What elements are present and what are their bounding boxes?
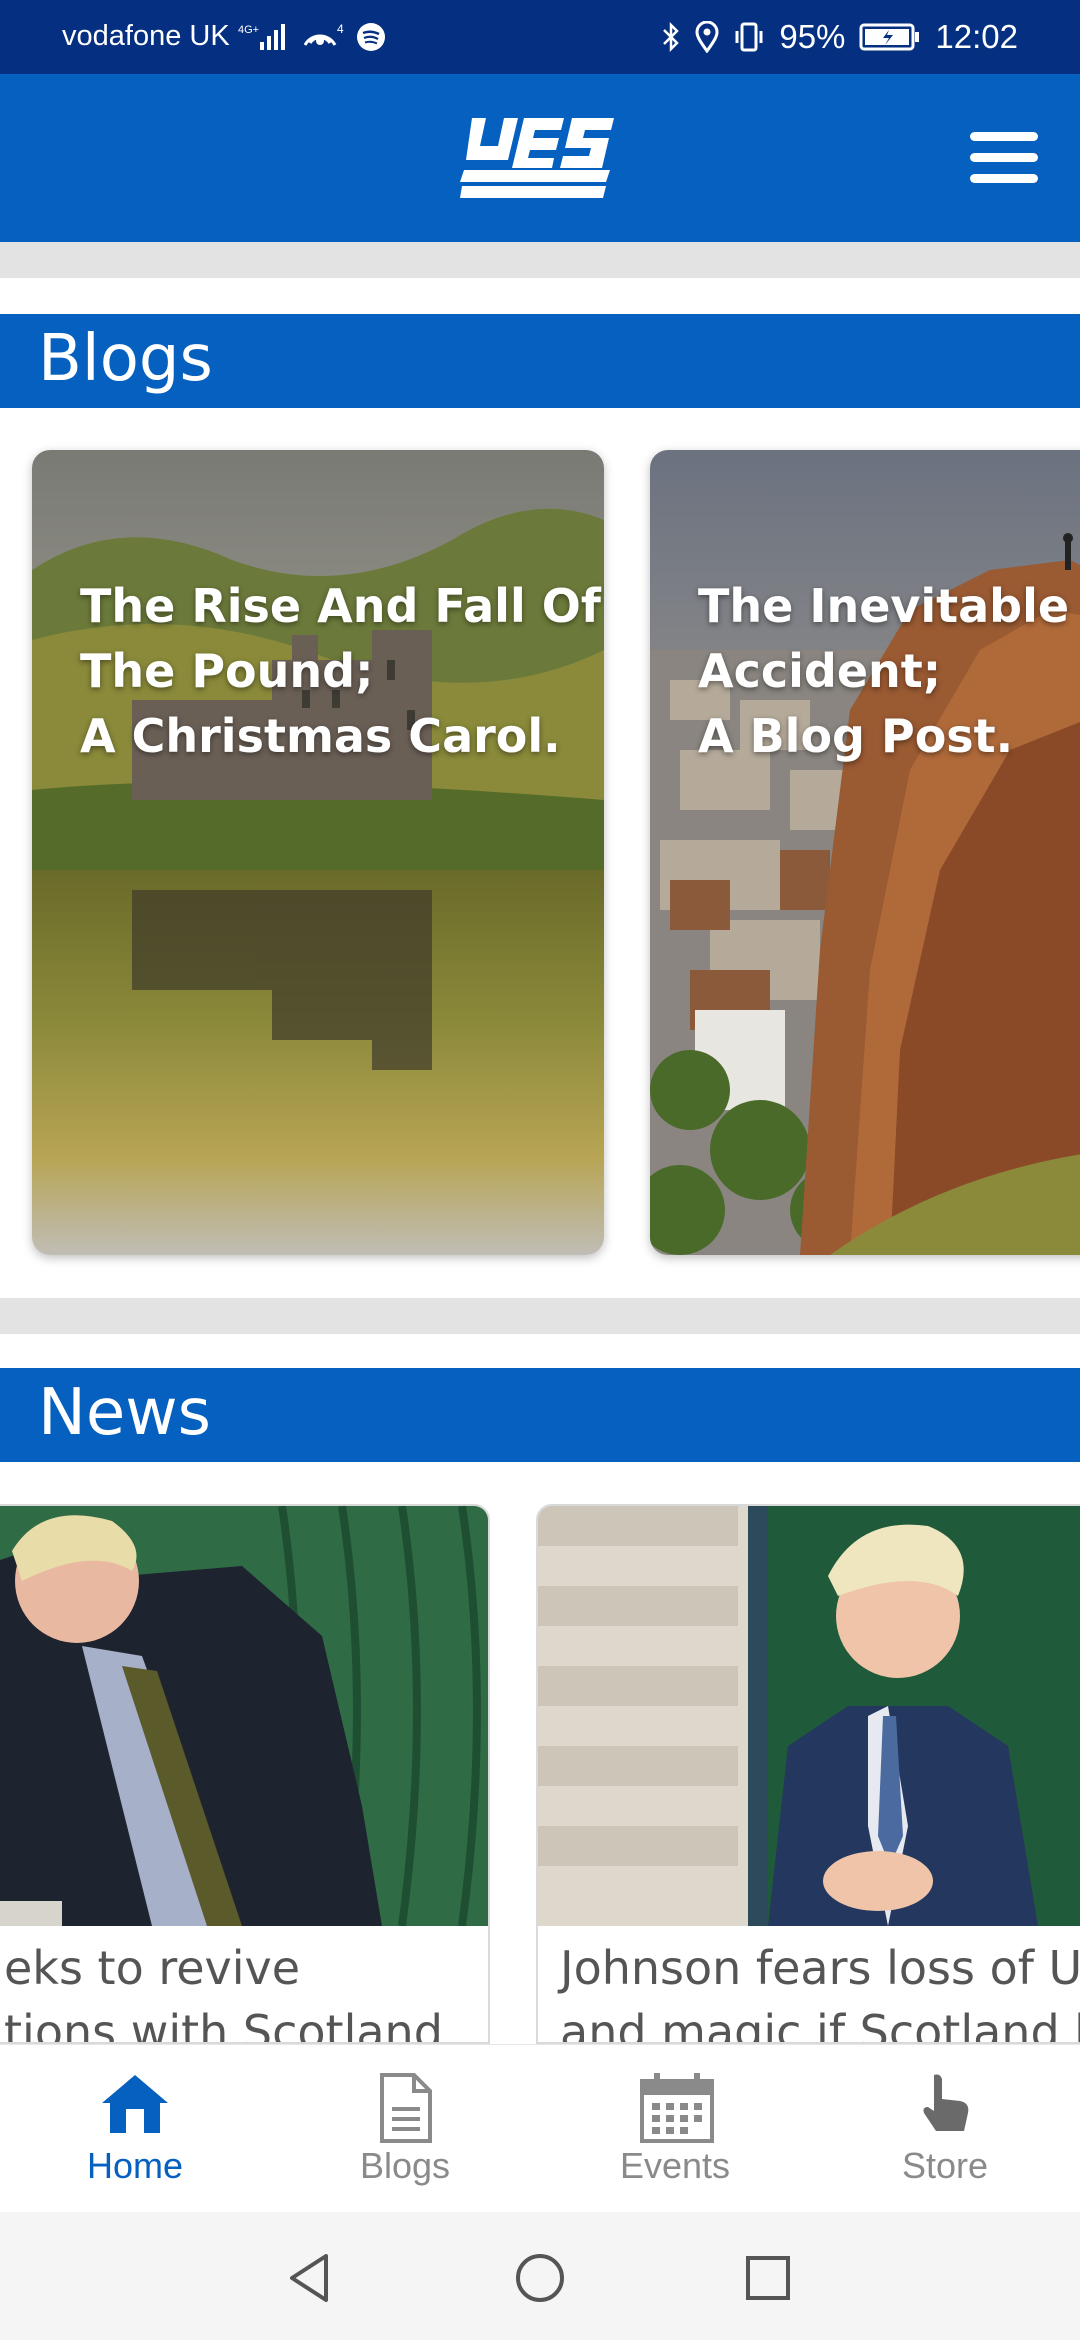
nav-home-label: Home [86,2145,184,2186]
battery-percent: 95% [779,18,846,55]
nav-events[interactable]: Events [540,2045,810,2213]
blog-card-image [650,450,1080,1255]
home-icon [102,2075,168,2133]
status-bar: vodafone UK 4G+ 4 95% 12:02 [0,0,1080,74]
location-icon [695,21,719,53]
news-card[interactable]: Johnson fears loss of U and magic if Sco… [536,1504,1080,2044]
hand-pointer-icon [923,2074,969,2131]
document-icon [380,2073,432,2143]
yes-logo[interactable] [460,118,614,198]
news-section-header: News [0,1368,1080,1462]
battery-icon [859,22,921,52]
blog-title: The Rise And Fall Of The Pound; A Christ… [80,579,601,763]
news-card-image [0,1506,488,1926]
vibrate-icon [733,21,765,53]
blogs-section-header: Blogs [0,314,1080,408]
home-circle-icon[interactable] [510,2248,570,2308]
hotspot-icon: 4 [303,21,348,53]
news-card[interactable]: eks to revive tions with Scotland [0,1504,490,2044]
signal-icon: 4G+ [238,22,296,52]
blog-card-image [32,450,604,1255]
carrier-label: vodafone UK [62,20,230,52]
hotspot-count: 4 [337,22,344,36]
nav-store[interactable]: Store [810,2045,1080,2213]
bottom-navigation: Home Blogs Events Store [0,2044,1080,2212]
news-section-title: News [38,1376,211,1450]
blog-card[interactable]: The Rise And Fall Of The Pound; A Christ… [32,450,604,1255]
bluetooth-icon [661,21,681,53]
system-navigation-bar [0,2212,1080,2340]
blog-title: The Inevitable Accident; A Blog Post. [698,579,1070,763]
clock: 12:02 [935,18,1018,55]
recents-icon[interactable] [738,2248,798,2308]
nav-events-label: Events [619,2145,731,2186]
calendar-icon [640,2073,714,2143]
nav-blogs[interactable]: Blogs [270,2045,540,2213]
hamburger-menu-icon[interactable] [970,132,1040,186]
blog-card[interactable]: The Inevitable Accident; A Blog Post. [650,450,1080,1255]
back-icon[interactable] [280,2248,340,2308]
news-card-image [538,1506,1080,1926]
spotify-icon [356,22,386,52]
news-headline: Johnson fears loss of U and magic if Sco… [560,1941,1080,2044]
section-divider [0,1298,1080,1334]
nav-blogs-label: Blogs [359,2145,451,2186]
nav-home[interactable]: Home [0,2045,270,2213]
network-type-label: 4G+ [238,24,259,36]
nav-store-label: Store [901,2145,989,2186]
blogs-section-title: Blogs [38,322,213,396]
news-headline: eks to revive tions with Scotland [4,1941,443,2044]
section-divider [0,242,1080,278]
